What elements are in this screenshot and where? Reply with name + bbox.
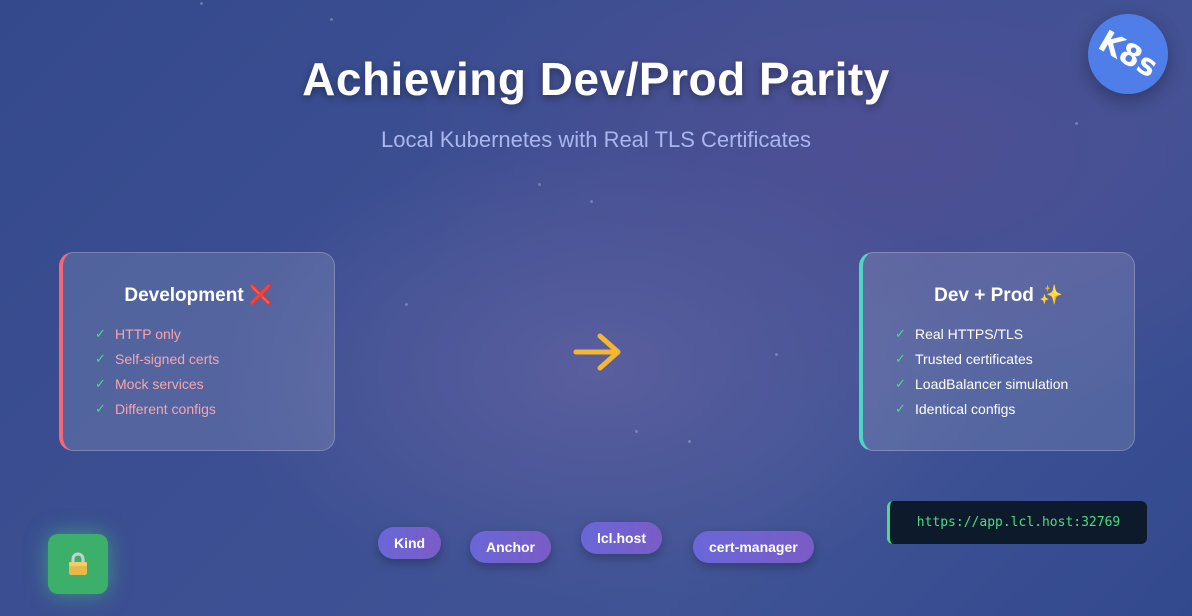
- list-item: ✓ Real HTTPS/TLS: [895, 321, 1068, 346]
- lock-badge: [48, 534, 108, 594]
- background-particle: [1075, 122, 1078, 125]
- list-item-label: Different configs: [115, 400, 216, 417]
- list-item-label: LoadBalancer simulation: [915, 375, 1069, 392]
- tool-pill-kind: Kind: [378, 527, 442, 559]
- background-particle: [405, 303, 408, 306]
- tool-pill-cert-manager: cert-manager: [693, 531, 814, 563]
- development-list: ✓ HTTP only ✓ Self-signed certs ✓ Mock serv…: [95, 321, 219, 421]
- list-item: ✓ Identical configs: [895, 396, 1068, 421]
- background-particle: [775, 353, 778, 356]
- list-item: ✓ Trusted certificates: [895, 346, 1068, 371]
- list-item: ✓ Self-signed certs: [95, 346, 219, 371]
- background-particle: [330, 18, 333, 21]
- background-particle: [538, 183, 541, 186]
- background-particle: [590, 200, 593, 203]
- red-x-icon: ❌: [248, 285, 273, 306]
- list-item: ✓ Different configs: [95, 396, 219, 421]
- development-card-title-text: Development: [124, 285, 244, 306]
- list-item-label: Trusted certificates: [915, 350, 1033, 367]
- list-item-label: Self-signed certs: [115, 350, 220, 367]
- list-item-label: Mock services: [115, 375, 204, 392]
- check-icon: ✓: [895, 375, 906, 391]
- check-icon: ✓: [95, 350, 106, 366]
- list-item: ✓ HTTP only: [95, 321, 219, 346]
- list-item-label: Real HTTPS/TLS: [915, 325, 1024, 342]
- dev-prod-card: Dev + Prod ✨ ✓ Real HTTPS/TLS ✓ Trusted ce…: [859, 252, 1135, 451]
- development-card-title: Development ❌: [63, 283, 334, 307]
- check-icon: ✓: [895, 325, 906, 341]
- page-title: Achieving Dev/Prod Parity: [302, 53, 890, 105]
- sparkles-icon: ✨: [1039, 285, 1063, 306]
- background-particle: [200, 2, 203, 5]
- page-subtitle: Local Kubernetes with Real TLS Certifica…: [380, 127, 812, 152]
- tool-pill-anchor: Anchor: [470, 531, 551, 563]
- check-icon: ✓: [95, 400, 106, 416]
- background-particle: [635, 430, 638, 433]
- background-particle: [688, 440, 691, 443]
- check-icon: ✓: [95, 375, 106, 391]
- dev-prod-card-title: Dev + Prod ✨: [863, 283, 1134, 307]
- dev-prod-list: ✓ Real HTTPS/TLS ✓ Trusted certificates ✓ L…: [895, 321, 1068, 421]
- check-icon: ✓: [895, 400, 906, 416]
- check-icon: ✓: [95, 325, 106, 341]
- arrow-right-icon: [573, 333, 621, 371]
- tool-pill-lcl-host: lcl.host: [581, 522, 663, 554]
- lock-icon: [69, 552, 87, 575]
- development-card: Development ❌ ✓ HTTP only ✓ Self-signed ce…: [59, 252, 335, 451]
- list-item-label: Identical configs: [915, 400, 1016, 417]
- dev-prod-card-title-text: Dev + Prod: [934, 285, 1034, 306]
- list-item: ✓ Mock services: [95, 371, 219, 396]
- list-item-label: HTTP only: [115, 325, 181, 342]
- list-item: ✓ LoadBalancer simulation: [895, 371, 1068, 396]
- check-icon: ✓: [895, 350, 906, 366]
- url-display: https://app.lcl.host:32769: [887, 501, 1147, 544]
